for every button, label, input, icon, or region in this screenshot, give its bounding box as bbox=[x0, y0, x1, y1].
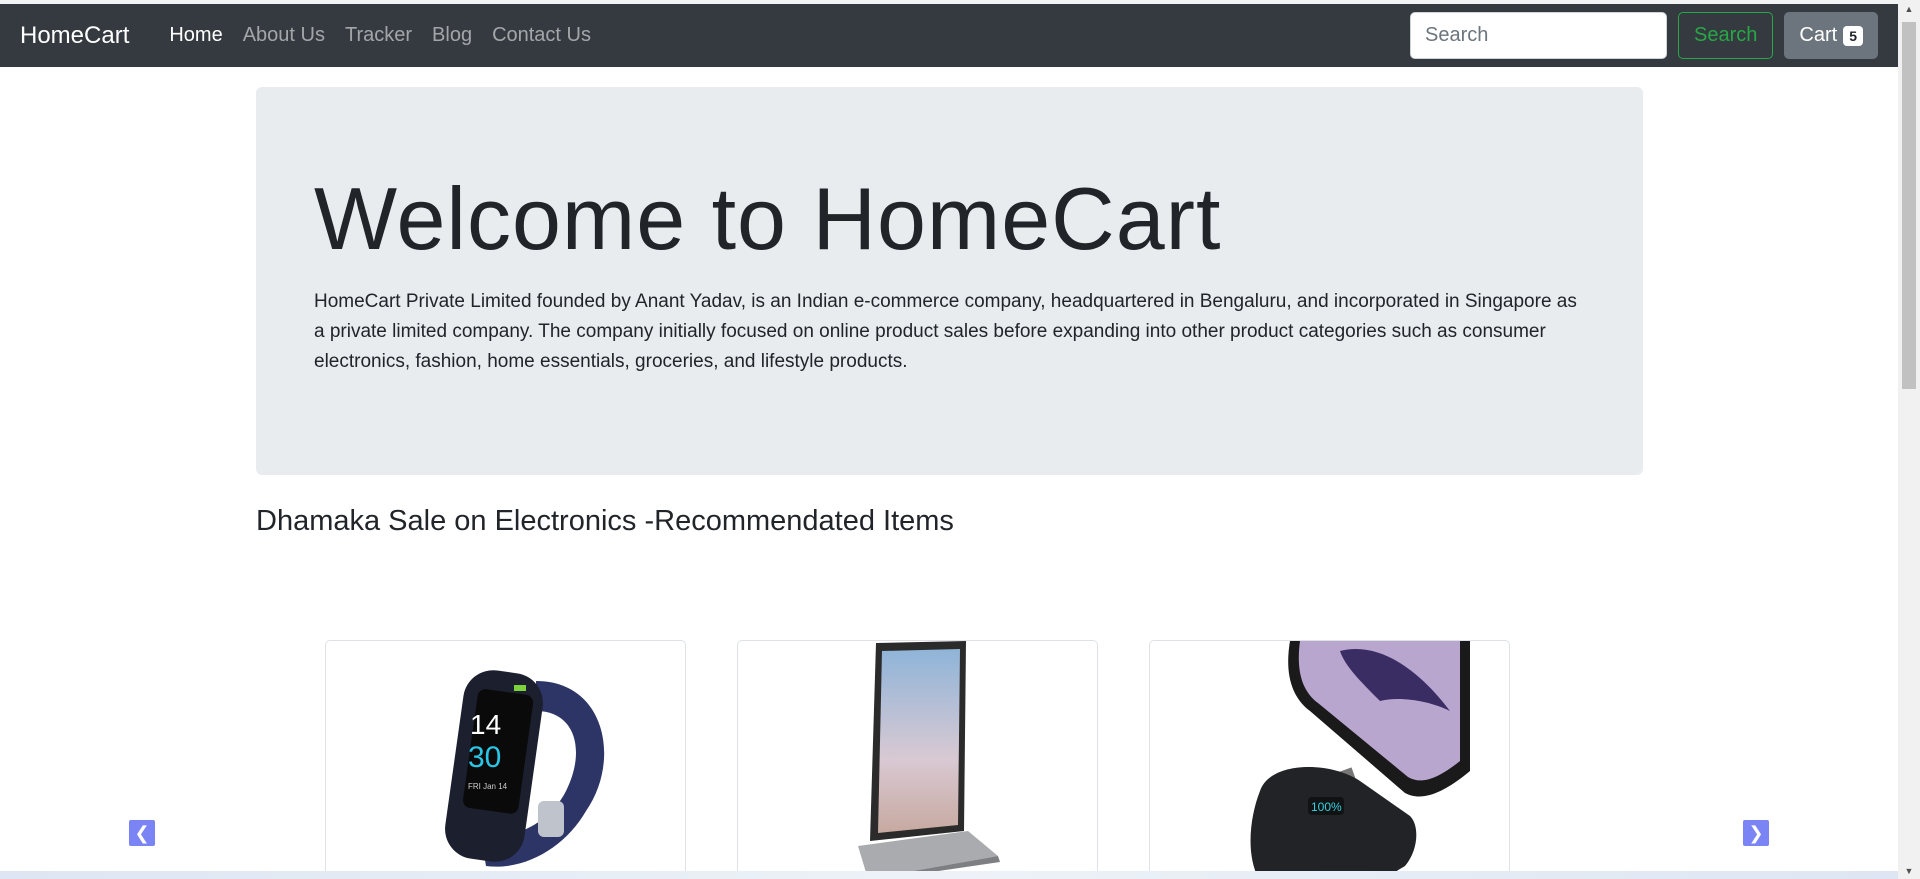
product-card[interactable]: 14 30 FRI Jan 14 bbox=[325, 640, 686, 879]
fitness-band-image: 14 30 FRI Jan 14 bbox=[444, 670, 604, 867]
hero-jumbotron: Welcome to HomeCart HomeCart Private Lim… bbox=[256, 87, 1643, 475]
product-card[interactable]: 100% bbox=[1149, 640, 1510, 879]
nav-link-blog[interactable]: Blog bbox=[422, 24, 482, 47]
watch-minute: 30 bbox=[468, 741, 501, 774]
nav-right: Search Cart 5 bbox=[1410, 12, 1878, 59]
brand-logo[interactable]: HomeCart bbox=[20, 22, 129, 50]
carousel-prev-button[interactable]: ❮ bbox=[129, 820, 155, 846]
chevron-left-icon: ❮ bbox=[134, 822, 150, 843]
hero-title: Welcome to HomeCart bbox=[314, 169, 1222, 268]
nav-links: Home About Us Tracker Blog Contact Us bbox=[159, 24, 601, 47]
laptop-image bbox=[857, 641, 1000, 879]
watch-hour: 14 bbox=[470, 709, 501, 740]
navbar: HomeCart Home About Us Tracker Blog Cont… bbox=[0, 4, 1898, 67]
powerbank-display: 100% bbox=[1311, 800, 1342, 814]
bottom-strip bbox=[0, 871, 1898, 879]
page-scrollbar[interactable]: ▲ ▼ bbox=[1898, 0, 1920, 879]
scroll-up-arrow-icon[interactable]: ▲ bbox=[1898, 0, 1920, 17]
nav-link-contact[interactable]: Contact Us bbox=[482, 24, 601, 47]
scrollbar-thumb[interactable] bbox=[1902, 22, 1916, 389]
carousel-next-button[interactable]: ❯ bbox=[1743, 820, 1769, 846]
cart-count-badge: 5 bbox=[1843, 25, 1863, 46]
cart-button[interactable]: Cart 5 bbox=[1784, 12, 1878, 59]
scroll-down-arrow-icon[interactable]: ▼ bbox=[1898, 862, 1920, 879]
search-button[interactable]: Search bbox=[1678, 12, 1774, 59]
nav-link-about[interactable]: About Us bbox=[233, 24, 335, 47]
watch-date: FRI Jan 14 bbox=[468, 782, 508, 791]
section-heading: Dhamaka Sale on Electronics -Recommendat… bbox=[256, 505, 954, 537]
nav-link-tracker[interactable]: Tracker bbox=[335, 24, 422, 47]
nav-link-home[interactable]: Home bbox=[159, 24, 232, 47]
phone-powerbank-image: 100% bbox=[1250, 641, 1470, 879]
hero-text: HomeCart Private Limited founded by Anan… bbox=[314, 291, 1577, 372]
search-input[interactable] bbox=[1410, 12, 1668, 59]
product-card[interactable] bbox=[737, 640, 1098, 879]
chevron-right-icon: ❯ bbox=[1748, 822, 1764, 843]
product-carousel: ❮ 14 30 FRI Jan 14 100% ❯ bbox=[0, 620, 1898, 879]
cart-label: Cart bbox=[1799, 24, 1838, 46]
